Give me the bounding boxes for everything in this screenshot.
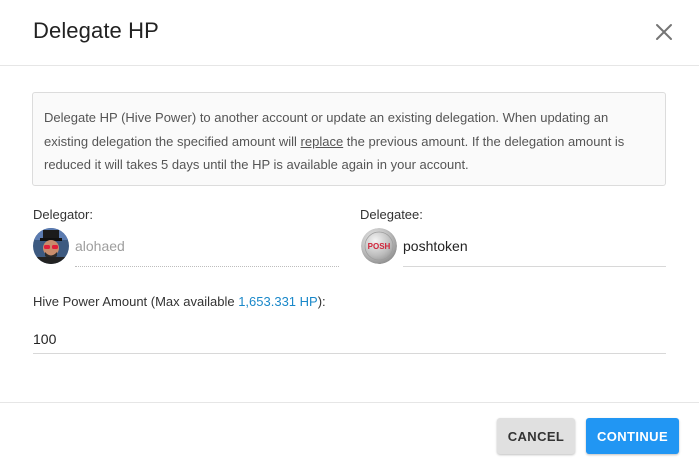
continue-button[interactable]: CONTINUE: [586, 418, 679, 454]
posh-logo-text: POSH: [368, 242, 391, 251]
close-icon[interactable]: [652, 20, 676, 44]
info-text: Delegate HP (Hive Power) to another acco…: [44, 110, 625, 172]
delegatee-underline: [403, 266, 666, 267]
delegator-underline: [75, 266, 339, 267]
delegatee-avatar: POSH: [361, 228, 397, 264]
delegatee-account[interactable]: poshtoken: [403, 238, 468, 254]
amount-label: Hive Power Amount (Max available 1,653.3…: [33, 294, 326, 309]
delegatee-label: Delegatee:: [360, 207, 423, 222]
delegator-label: Delegator:: [33, 207, 93, 222]
dialog-footer: CANCEL CONTINUE: [0, 402, 699, 465]
max-available-link[interactable]: 1,653.331 HP: [238, 294, 318, 309]
cancel-button[interactable]: CANCEL: [497, 418, 575, 454]
dialog-header: Delegate HP: [0, 0, 699, 66]
delegator-avatar: [33, 228, 69, 264]
dialog-title: Delegate HP: [33, 18, 159, 43]
amount-input[interactable]: [33, 324, 666, 354]
info-underlined-word: replace: [300, 133, 344, 149]
delegator-account: alohaed: [75, 238, 125, 254]
info-box: Delegate HP (Hive Power) to another acco…: [32, 92, 666, 186]
